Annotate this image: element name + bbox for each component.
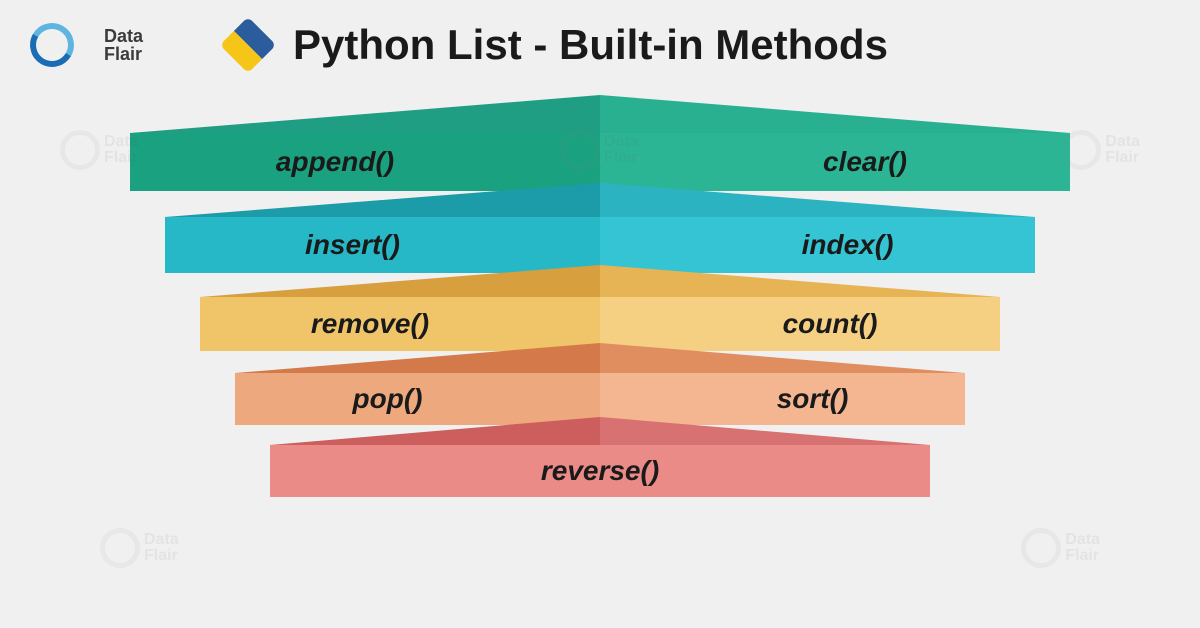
watermark-icon: DataFlair — [100, 528, 179, 568]
method-pop: pop() — [235, 343, 600, 425]
method-count: count() — [600, 265, 1000, 351]
python-icon — [223, 20, 273, 70]
page-title: Python List - Built-in Methods — [293, 21, 888, 69]
dataflair-logo — [30, 20, 90, 70]
watermark-icon: DataFlair — [1021, 528, 1100, 568]
method-append: append() — [130, 95, 600, 191]
method-clear: clear() — [600, 95, 1070, 191]
tier-3: remove() count() — [200, 265, 1000, 351]
method-sort: sort() — [600, 343, 965, 425]
method-insert: insert() — [165, 183, 600, 273]
tier-1: append() clear() — [130, 95, 1070, 191]
tier-2: insert() index() — [165, 183, 1035, 273]
funnel-diagram: append() clear() insert() index() remove… — [120, 95, 1080, 497]
tier-4: pop() sort() — [235, 343, 965, 425]
method-index: index() — [600, 183, 1035, 273]
method-remove: remove() — [200, 265, 600, 351]
header: Data Flair Python List - Built-in Method… — [0, 0, 1200, 80]
tier-5: reverse() — [270, 417, 930, 497]
method-reverse: reverse() — [270, 417, 930, 497]
brand-text: Data Flair — [104, 27, 143, 63]
